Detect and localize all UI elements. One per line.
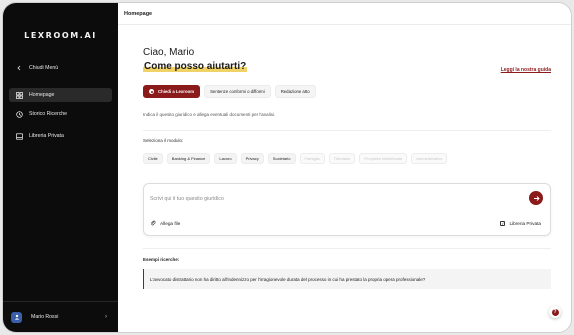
attach-file-button[interactable]: Allega file	[150, 220, 180, 226]
module-chip-famiglia: Famiglia	[299, 153, 325, 164]
mode-label: Chiedi a Lexroom	[158, 89, 195, 94]
sidebar-item-libreria-privata[interactable]: Libreria Privata	[9, 129, 112, 143]
mode-label: Sentenze conformi o difformi	[210, 89, 265, 94]
history-icon	[15, 110, 23, 118]
greeting: Ciao, Mario	[143, 47, 195, 58]
radio-selected-icon	[149, 89, 154, 94]
modules-label: Seleziona il modulo:	[143, 138, 184, 143]
module-chip-tributario: Tributario	[328, 153, 356, 164]
library-icon	[15, 132, 23, 140]
arrow-right-icon	[533, 195, 540, 201]
help-button[interactable]: ?	[549, 306, 561, 318]
sidebar-item-storico-ricerche[interactable]: Storico Ricerche	[9, 107, 112, 121]
module-chip-banking-finance[interactable]: Banking & Finance	[166, 153, 211, 164]
module-chip-privacy[interactable]: Privacy	[240, 153, 264, 164]
example-query[interactable]: L'avvocato distrattario non ha diritto a…	[143, 269, 551, 289]
page-title: Homepage	[124, 10, 153, 17]
app-logo: LEXROOM.AI	[24, 31, 97, 40]
query-input-box[interactable]: Scrivi qui il tuo quesito giuridico Alle…	[143, 183, 551, 236]
module-chip-lavoro[interactable]: Lavoro	[214, 153, 237, 164]
collapse-menu-button[interactable]: Chiudi Menù	[9, 61, 112, 75]
mode-sentenze[interactable]: Sentenze conformi o difformi	[204, 85, 271, 98]
divider	[143, 130, 551, 131]
module-chip-proprieta-intellettuale: Proprietà Intellettuale	[359, 153, 408, 164]
sidebar: LEXROOM.AI Chiudi Menù Homepage Storico …	[3, 3, 118, 332]
user-menu-button[interactable]: Mario Rossi ›	[11, 310, 111, 324]
question-heading: Come posso aiutarti?	[143, 61, 248, 72]
chevron-right-icon: ›	[105, 314, 107, 320]
page-header: Homepage	[118, 3, 571, 25]
collapse-menu-label: Chiudi Menù	[29, 65, 59, 71]
user-section: Mario Rossi ›	[3, 301, 118, 332]
user-name: Mario Rossi	[31, 314, 59, 320]
mode-label: Redazione atto	[280, 89, 310, 94]
sidebar-item-label: Libreria Privata	[29, 133, 64, 139]
avatar	[11, 311, 22, 323]
query-input[interactable]: Scrivi qui il tuo quesito giuridico	[150, 196, 224, 202]
send-button[interactable]	[529, 191, 543, 205]
instruction-text: Indica il quesito giuridico e allega eve…	[143, 112, 276, 117]
mode-redazione-atto[interactable]: Redazione atto	[274, 85, 316, 98]
mode-chiedi-a-lexroom[interactable]: Chiedi a Lexroom	[143, 85, 201, 98]
module-chip-civile[interactable]: Civile	[143, 153, 163, 164]
main-content: Homepage Ciao, Mario Come posso aiutarti…	[118, 3, 571, 332]
divider	[143, 248, 551, 249]
paperclip-icon	[150, 220, 156, 226]
module-chip-amministrativo: Amministrativo	[411, 153, 448, 164]
sidebar-item-homepage[interactable]: Homepage	[9, 88, 112, 102]
module-chips: Civile Banking & Finance Lavoro Privacy …	[143, 153, 448, 164]
attach-file-label: Allega file	[160, 220, 181, 226]
sidebar-item-label: Homepage	[29, 92, 55, 98]
help-icon: ?	[551, 308, 559, 316]
checkbox-checked-icon[interactable]: ✓	[500, 221, 506, 226]
guide-link[interactable]: Leggi la nostra guida	[501, 67, 551, 73]
app-window: LEXROOM.AI Chiudi Menù Homepage Storico …	[2, 2, 572, 333]
private-library-toggle[interactable]: ✓ Libreria Privata	[500, 221, 541, 226]
examples-label: Esempi ricerche:	[143, 257, 180, 262]
home-icon	[15, 91, 23, 99]
private-library-label: Libreria Privata	[509, 221, 541, 226]
sidebar-item-label: Storico Ricerche	[29, 111, 68, 117]
chevron-left-icon	[15, 64, 23, 72]
module-chip-societario[interactable]: Societario	[267, 153, 296, 164]
mode-tabs: Chiedi a Lexroom Sentenze conformi o dif…	[143, 85, 316, 98]
